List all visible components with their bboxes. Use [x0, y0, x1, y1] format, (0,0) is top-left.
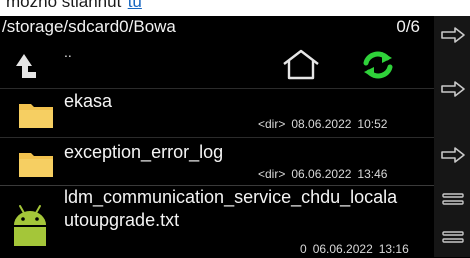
file-kind: <dir>	[258, 167, 286, 181]
file-kind: <dir>	[258, 117, 286, 131]
home-icon[interactable]	[280, 48, 322, 80]
path-bar: /storage/sdcard0/Bowa 0/6	[0, 16, 470, 42]
folder-icon	[19, 153, 53, 177]
folder-icon	[19, 104, 53, 128]
arrow-right-icon[interactable]	[440, 26, 466, 44]
toolbar: ..	[0, 42, 434, 84]
file-size: 0	[300, 242, 307, 256]
file-time: 10:52	[357, 117, 388, 131]
list-item[interactable]: ekasa <dir> 08.06.2022 10:52	[0, 88, 434, 135]
current-path: /storage/sdcard0/Bowa	[2, 17, 176, 36]
file-meta: <dir> 06.06.2022 13:46	[258, 167, 387, 181]
arrow-right-icon[interactable]	[440, 146, 466, 164]
file-date: 08.06.2022	[291, 117, 352, 131]
download-link[interactable]: tu	[128, 0, 142, 11]
android-file-icon	[14, 205, 46, 246]
file-date: 06.06.2022	[291, 167, 352, 181]
file-date: 06.06.2022	[312, 242, 373, 256]
file-time: 13:46	[357, 167, 388, 181]
context-text: možno stiahnuť	[6, 0, 123, 11]
parent-dir-label: ..	[64, 44, 72, 60]
list-item[interactable]: exception_error_log <dir> 06.06.2022 13:46	[0, 137, 434, 183]
parent-folder-icon[interactable]	[14, 52, 54, 80]
side-panel	[434, 16, 470, 257]
file-name: ekasa	[64, 91, 113, 111]
refresh-icon[interactable]	[360, 50, 396, 80]
file-name-line1: ldm_communication_service_chdu_locala	[64, 187, 398, 207]
file-meta: 0 06.06.2022 13:16	[300, 242, 409, 256]
file-name: exception_error_log	[64, 142, 224, 162]
list-item[interactable]: ldm_communication_service_chdu_locala ut…	[0, 185, 434, 258]
menu-lines-icon[interactable]	[440, 190, 466, 208]
file-time: 13:16	[378, 242, 409, 256]
file-name-line2: utoupgrade.txt	[64, 210, 180, 230]
arrow-right-icon[interactable]	[440, 80, 466, 98]
context-text-strip: možno stiahnuť tu	[0, 0, 470, 16]
file-meta: <dir> 08.06.2022 10:52	[258, 117, 387, 131]
menu-lines-icon[interactable]	[440, 228, 466, 246]
selection-count: 0/6	[396, 17, 420, 36]
